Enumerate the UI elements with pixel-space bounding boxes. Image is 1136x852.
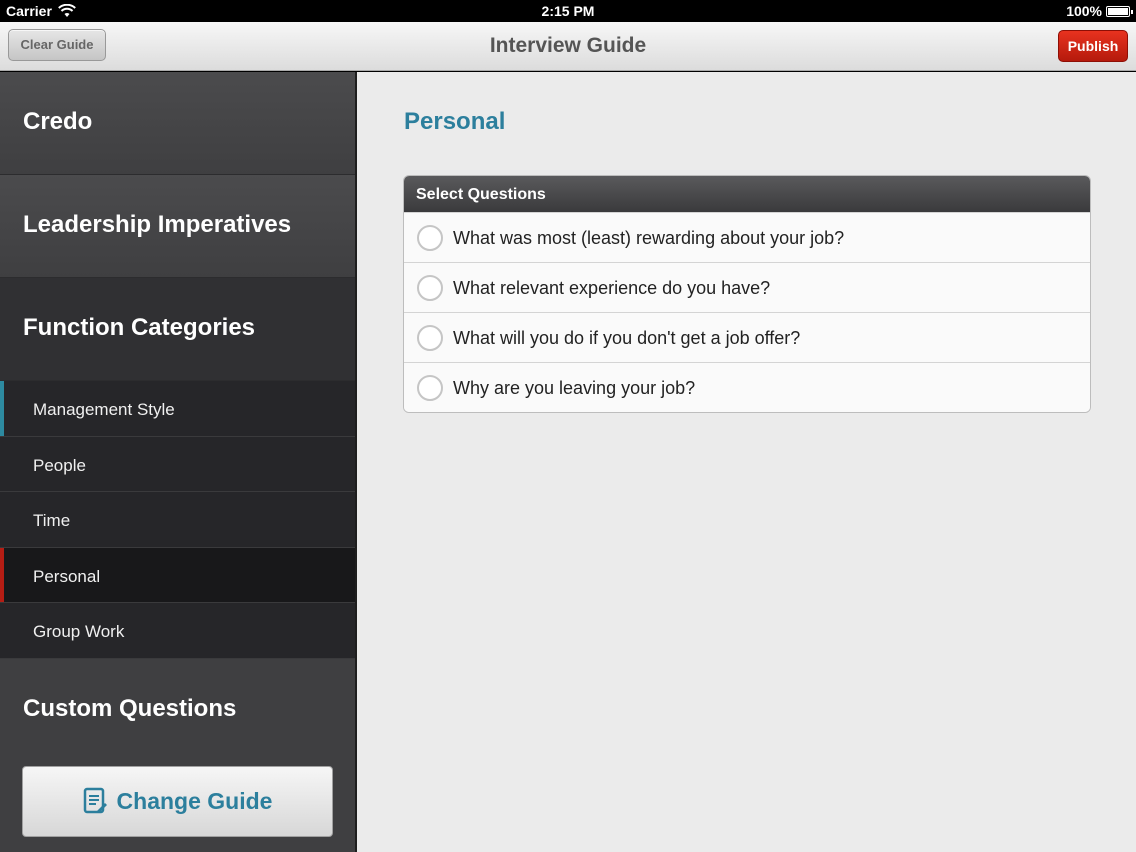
custom-questions-section: Custom Questions Change Guide bbox=[0, 658, 355, 852]
sidebar-item-label: Credo bbox=[23, 108, 93, 135]
main-content: Personal Select Questions What was most … bbox=[355, 72, 1136, 852]
section-heading: Personal bbox=[404, 108, 506, 135]
sidebar: Credo Leadership Imperatives Function Ca… bbox=[0, 72, 355, 852]
sidebar-subitem-label: Time bbox=[33, 511, 71, 530]
question-row[interactable]: What will you do if you don't get a job … bbox=[404, 312, 1090, 362]
question-row[interactable]: What relevant experience do you have? bbox=[404, 262, 1090, 312]
sidebar-subitem-label: Management Style bbox=[33, 400, 175, 419]
sidebar-item-label: Function Categories bbox=[23, 314, 256, 341]
battery-icon bbox=[1106, 5, 1133, 17]
battery-label: 100% bbox=[1066, 3, 1102, 19]
category-marker bbox=[0, 381, 4, 436]
radio-button-icon[interactable] bbox=[417, 225, 443, 251]
sidebar-item-function-categories[interactable]: Function Categories bbox=[0, 278, 355, 381]
sidebar-subitem-management-style[interactable]: Management Style bbox=[0, 381, 355, 437]
page-title: Interview Guide bbox=[489, 34, 647, 57]
sidebar-subitem-personal[interactable]: Personal bbox=[0, 547, 355, 603]
question-list-header: Select Questions bbox=[404, 176, 1090, 212]
custom-questions-label[interactable]: Custom Questions bbox=[23, 695, 236, 723]
sidebar-subitem-group-work[interactable]: Group Work bbox=[0, 603, 355, 659]
sidebar-item-leadership-imperatives[interactable]: Leadership Imperatives bbox=[0, 175, 355, 278]
sidebar-subitem-label: Personal bbox=[33, 566, 101, 586]
radio-button-icon[interactable] bbox=[417, 275, 443, 301]
change-guide-label: Change Guide bbox=[116, 787, 273, 814]
radio-button-icon[interactable] bbox=[417, 325, 443, 351]
selected-marker bbox=[0, 547, 4, 602]
sidebar-subitem-label: People bbox=[33, 455, 86, 475]
sidebar-subitem-label: Group Work bbox=[33, 622, 125, 641]
sidebar-subitem-people[interactable]: People bbox=[0, 436, 355, 492]
question-row[interactable]: Why are you leaving your job? bbox=[404, 362, 1090, 412]
question-text: Why are you leaving your job? bbox=[453, 378, 696, 398]
publish-button[interactable]: Publish bbox=[1058, 30, 1128, 62]
navigation-bar: Clear Guide Interview Guide Publish bbox=[0, 22, 1136, 71]
question-text: What was most (least) rewarding about yo… bbox=[453, 228, 845, 248]
sidebar-subitem-time[interactable]: Time bbox=[0, 492, 355, 548]
question-text: What relevant experience do you have? bbox=[453, 278, 771, 298]
sidebar-item-label: Leadership Imperatives bbox=[23, 211, 292, 238]
question-row[interactable]: What was most (least) rewarding about yo… bbox=[404, 212, 1090, 262]
question-text: What will you do if you don't get a job … bbox=[453, 328, 801, 348]
guide-document-icon bbox=[83, 787, 107, 814]
radio-button-icon[interactable] bbox=[417, 375, 443, 401]
change-guide-button[interactable]: Change Guide bbox=[22, 765, 333, 837]
question-list: Select Questions What was most (least) r… bbox=[403, 175, 1091, 413]
sidebar-item-credo[interactable]: Credo bbox=[0, 72, 355, 175]
clock: 2:15 PM bbox=[541, 3, 595, 19]
status-bar: Carrier 2:15 PM 100% bbox=[0, 0, 1136, 22]
battery-indicator: 100% bbox=[1066, 3, 1133, 19]
